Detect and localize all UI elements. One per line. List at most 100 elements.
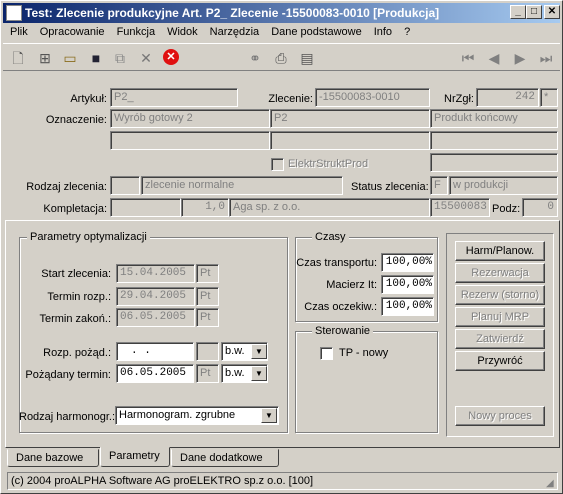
nowy-proces-button[interactable]: Nowy proces: [455, 406, 545, 426]
transport-label: Czas transportu:: [296, 257, 377, 269]
toolbar: 🗋 ⊞ ▭ ■ ⧉ ✕ ✕ ⚭ ⎙ ▤ ⏮ ◀ ▶ ⏭: [3, 43, 560, 71]
sterowanie-group-title: Sterowanie: [312, 325, 374, 337]
copy-icon[interactable]: ⧉: [111, 49, 129, 67]
rezerwacja-button[interactable]: Rezerwacja: [455, 263, 545, 283]
oznaczenie-field-4[interactable]: [110, 131, 270, 150]
chevron-down-icon[interactable]: ▼: [261, 408, 277, 423]
next-icon[interactable]: ▶: [511, 49, 529, 67]
termin-zakon-day-field: Pt: [196, 308, 219, 327]
menu-funkcja[interactable]: Funkcja: [110, 24, 161, 38]
start-label: Start zlecenia:: [41, 268, 111, 280]
planuj-mrp-button[interactable]: Planuj MRP: [455, 307, 545, 327]
rezerw-storno-button[interactable]: Rezerw (storno): [455, 285, 545, 305]
status-code-field[interactable]: F: [430, 176, 448, 195]
termin-rozp-day-field: Pt: [196, 287, 219, 306]
pozadany-mode-value: b.w.: [225, 367, 245, 379]
main-window: Test: Zlecenie produkcyjne Art. P2_ Zlec…: [0, 0, 563, 494]
rodzaj-code-field[interactable]: [110, 176, 140, 195]
rozp-pozad-field[interactable]: . .: [116, 342, 194, 361]
przywroc-button[interactable]: Przywróć: [455, 351, 545, 371]
tab-dane-bazowe[interactable]: Dane bazowe: [7, 449, 99, 467]
chevron-down-icon[interactable]: ▼: [251, 366, 267, 381]
close-button[interactable]: ✕: [544, 5, 560, 19]
minimize-button[interactable]: _: [510, 5, 526, 19]
status-bar: (c) 2004 proALPHA Software AG proELEKTRO…: [7, 472, 558, 490]
prev-icon[interactable]: ◀: [485, 49, 503, 67]
kompletacja-num-field[interactable]: 1,0: [181, 198, 229, 217]
open-icon[interactable]: ▭: [61, 49, 79, 67]
rodzaj-label: Rodzaj zlecenia:: [26, 181, 107, 193]
resize-grip-icon[interactable]: ◢: [546, 478, 558, 490]
kompletacja-label: Kompletacja:: [43, 203, 107, 215]
rozp-pozad-label: Rozp. pożąd.:: [43, 347, 111, 359]
harmonogr-label: Rodzaj harmonogr.:: [19, 411, 115, 423]
oczekiw-field[interactable]: 100,00%: [381, 297, 434, 316]
pozadany-field[interactable]: 06.05.2005: [116, 364, 194, 383]
oznaczenie-label: Oznaczenie:: [45, 114, 107, 126]
harmonogr-select[interactable]: Harmonogram. zgrubne: [115, 406, 279, 425]
save-icon[interactable]: ■: [87, 49, 105, 67]
macierz-field[interactable]: 100,00%: [381, 275, 434, 294]
zlecenie-field[interactable]: -15500083-0010: [315, 88, 430, 107]
link-icon[interactable]: ⚭: [246, 49, 264, 67]
rozp-pozad-mode-value: b.w.: [225, 345, 245, 357]
first-icon[interactable]: ⏮: [459, 49, 477, 67]
elektr-side-field[interactable]: [430, 153, 558, 172]
artykul-label: Artykuł:: [70, 93, 107, 105]
new-icon[interactable]: 🗋: [9, 49, 27, 67]
chevron-down-icon[interactable]: ▼: [251, 344, 267, 359]
tp-nowy-label: TP - nowy: [339, 347, 389, 359]
termin-zakon-label: Termin zakoń.:: [39, 313, 111, 325]
menu-widok[interactable]: Widok: [160, 24, 203, 38]
tree-icon[interactable]: ⊞: [36, 49, 54, 67]
oznaczenie-field-5[interactable]: [270, 131, 430, 150]
kompletacja-firm-field[interactable]: Aga sp. z o.o.: [229, 198, 430, 217]
nrzgl-field[interactable]: 242: [476, 88, 539, 107]
app-icon: [6, 5, 22, 21]
menu-info[interactable]: Info: [367, 24, 397, 38]
oczekiw-label: Czas oczekiw.:: [304, 301, 377, 313]
delete-icon[interactable]: ✕: [137, 49, 155, 67]
podz-field[interactable]: 0: [522, 198, 558, 217]
kompletacja-id-field[interactable]: 15500083: [430, 198, 490, 217]
menu-narzedzia[interactable]: Narzędzia: [203, 24, 265, 38]
podz-label: Podz:: [492, 203, 521, 215]
status-label: Status zlecenia:: [351, 181, 429, 193]
rodzaj-field[interactable]: zlecenie normalne: [141, 176, 343, 195]
start-day-field: Pt: [196, 264, 219, 283]
menu-opracowanie[interactable]: Opracowanie: [33, 24, 110, 38]
print-icon[interactable]: ⎙: [272, 49, 290, 67]
export-icon[interactable]: ▤: [298, 49, 316, 67]
oznaczenie-field-6[interactable]: [430, 131, 558, 150]
tab-dane-dodatkowe[interactable]: Dane dodatkowe: [171, 449, 279, 467]
status-text: (c) 2004 proALPHA Software AG proELEKTRO…: [11, 475, 314, 487]
nrzgl-flag: *: [540, 88, 558, 107]
termin-rozp-field[interactable]: 29.04.2005: [116, 287, 195, 306]
oznaczenie-field-2[interactable]: P2: [270, 109, 430, 128]
transport-field[interactable]: 100,00%: [381, 253, 434, 272]
harmonogr-value: Harmonogram. zgrubne: [119, 409, 236, 421]
elektr-checkbox[interactable]: [271, 158, 284, 171]
start-field[interactable]: 15.04.2005: [116, 264, 195, 283]
maximize-button[interactable]: □: [526, 5, 542, 19]
oznaczenie-field-3[interactable]: Produkt końcowy: [430, 109, 558, 128]
artykul-field[interactable]: P2_: [110, 88, 238, 107]
pozadany-day-field: Pt: [196, 364, 219, 383]
menu-bar: Plik Opracowanie Funkcja Widok Narzędzia Dane…: [3, 24, 560, 42]
termin-zakon-field[interactable]: 06.05.2005: [116, 308, 195, 327]
rozp-pozad-day-field: [196, 342, 219, 361]
harm-planow-button[interactable]: Harm/Planow.: [455, 241, 545, 261]
oznaczenie-field-1[interactable]: Wyrób gotowy 2: [110, 109, 270, 128]
tp-nowy-checkbox[interactable]: [320, 347, 333, 360]
kompletacja-field-1[interactable]: [110, 198, 181, 217]
menu-plik[interactable]: Plik: [3, 24, 33, 38]
nrzgl-label: NrZgł:: [444, 93, 474, 105]
last-icon[interactable]: ⏭: [537, 49, 555, 67]
menu-help[interactable]: ?: [397, 24, 415, 38]
tab-parametry[interactable]: Parametry: [100, 447, 170, 467]
status-field[interactable]: w produkcji: [449, 176, 558, 195]
title-bar: Test: Zlecenie produkcyjne Art. P2_ Zlec…: [3, 3, 560, 23]
zatwierdz-button[interactable]: Zatwierdź: [455, 329, 545, 349]
menu-dane-podstawowe[interactable]: Dane podstawowe: [264, 24, 367, 38]
cancel-icon[interactable]: ✕: [163, 49, 179, 65]
